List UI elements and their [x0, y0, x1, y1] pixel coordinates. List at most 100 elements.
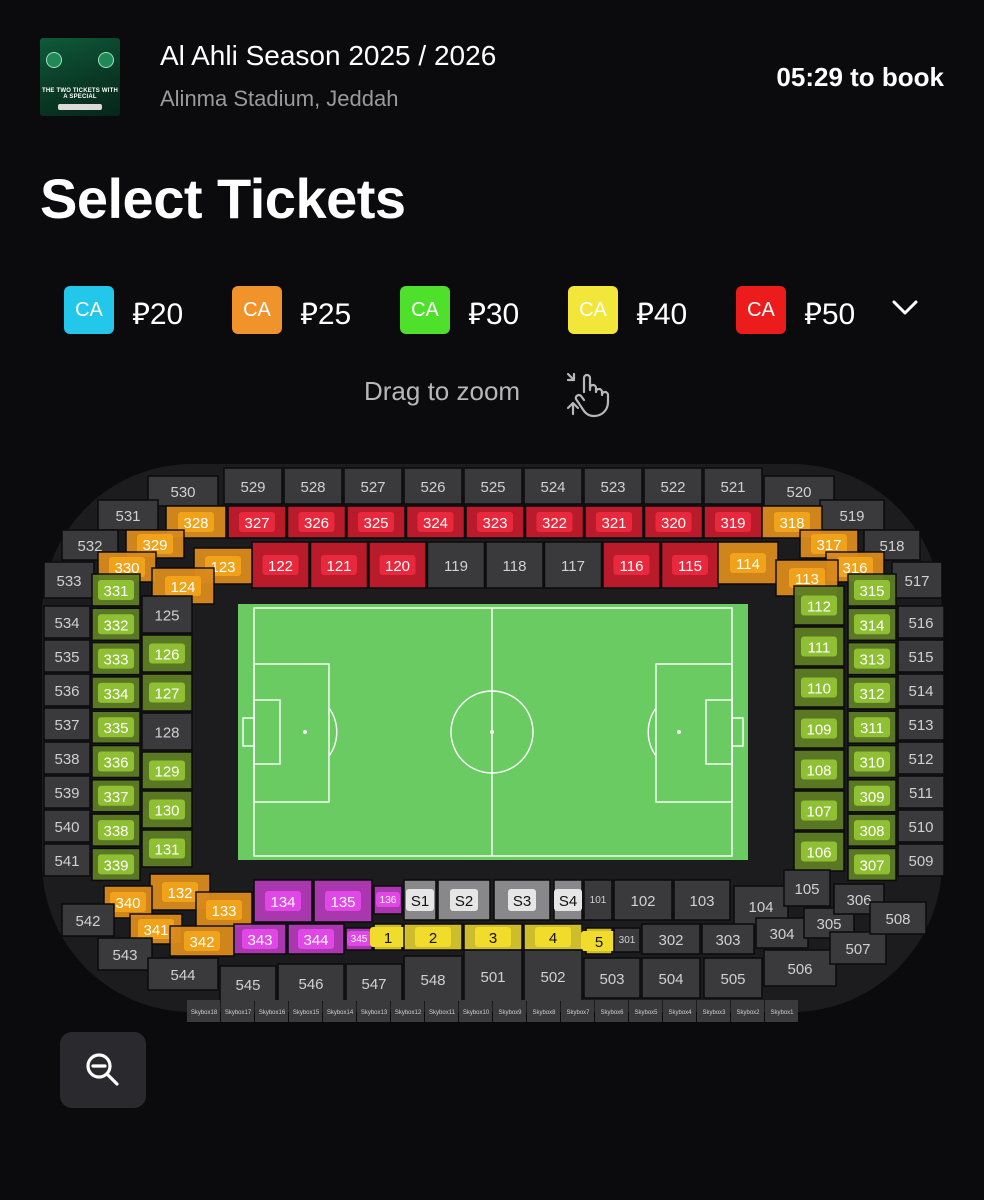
section-541[interactable]: 541 [43, 843, 91, 877]
section-324[interactable]: 324 [405, 505, 466, 539]
section-506[interactable]: 506 [763, 949, 837, 987]
section-119[interactable]: 119 [426, 541, 486, 589]
section-537[interactable]: 537 [43, 707, 91, 741]
section-339[interactable]: 339 [91, 847, 141, 882]
section-103[interactable]: 103 [673, 879, 731, 921]
section-135[interactable]: 135 [313, 879, 373, 923]
section-319[interactable]: 319 [703, 505, 763, 539]
skybox-17[interactable]: Skybox2 [731, 1000, 764, 1022]
skybox-4[interactable]: Skybox15 [289, 1000, 322, 1022]
skybox-12[interactable]: Skybox7 [561, 1000, 594, 1022]
section-529[interactable]: 529 [223, 467, 283, 505]
section-304[interactable]: 304 [755, 917, 809, 949]
section-547[interactable]: 547 [345, 963, 403, 1003]
section-516[interactable]: 516 [897, 605, 945, 639]
section-542[interactable]: 542 [61, 903, 115, 937]
section-S2[interactable]: S2 [437, 879, 491, 921]
section-535[interactable]: 535 [43, 639, 91, 673]
section-106[interactable]: 106 [793, 831, 845, 872]
section-507[interactable]: 507 [829, 931, 887, 965]
skybox-6[interactable]: Skybox13 [357, 1000, 390, 1022]
section-505[interactable]: 505 [703, 957, 763, 999]
section-335[interactable]: 335 [91, 710, 141, 744]
section-337[interactable]: 337 [91, 779, 141, 813]
skybox-7[interactable]: Skybox12 [391, 1000, 424, 1022]
legend-chip-1[interactable]: CA ⃁20 [64, 286, 214, 334]
section-512[interactable]: 512 [897, 741, 945, 775]
section-134[interactable]: 134 [253, 879, 313, 923]
section-514[interactable]: 514 [897, 673, 945, 707]
section-332[interactable]: 332 [91, 607, 141, 642]
section-127[interactable]: 127 [141, 673, 193, 712]
section-501[interactable]: 501 [463, 949, 523, 1003]
section-120[interactable]: 120 [368, 541, 427, 589]
section-503[interactable]: 503 [583, 957, 641, 999]
section-502[interactable]: 502 [523, 949, 583, 1003]
skybox-15[interactable]: Skybox4 [663, 1000, 696, 1022]
section-517[interactable]: 517 [891, 561, 943, 599]
skybox-3[interactable]: Skybox16 [255, 1000, 288, 1022]
section-301[interactable]: 301 [613, 927, 641, 953]
section-513[interactable]: 513 [897, 707, 945, 741]
section-509[interactable]: 509 [897, 843, 945, 877]
section-115[interactable]: 115 [660, 541, 720, 589]
section-510[interactable]: 510 [897, 809, 945, 843]
section-343[interactable]: 343 [233, 923, 287, 955]
skybox-14[interactable]: Skybox5 [629, 1000, 662, 1022]
section-130[interactable]: 130 [141, 790, 193, 829]
section-109[interactable]: 109 [793, 708, 845, 749]
section-345[interactable]: 345 [345, 927, 373, 951]
section-323[interactable]: 323 [465, 505, 525, 539]
section-128[interactable]: 128 [141, 712, 193, 751]
section-531[interactable]: 531 [97, 499, 159, 531]
seat-map-canvas[interactable]: 529 528 527 526 525 524 523 522 521327 326 325 324 3… [0, 456, 984, 1026]
section-112[interactable]: 112 [793, 585, 845, 626]
section-342[interactable]: 342 [169, 925, 235, 957]
section-315[interactable]: 315 [847, 573, 897, 607]
skybox-16[interactable]: Skybox3 [697, 1000, 730, 1022]
section-508[interactable]: 508 [869, 901, 927, 935]
stadium-seat-map[interactable]: 529 528 527 526 525 524 523 522 521 327 326 325 324 3… [0, 456, 984, 1026]
section-536[interactable]: 536 [43, 673, 91, 707]
section-118[interactable]: 118 [485, 541, 544, 589]
section-546[interactable]: 546 [277, 963, 345, 1003]
section-528[interactable]: 528 [283, 467, 343, 505]
section-131[interactable]: 131 [141, 829, 193, 868]
section-136[interactable]: 136 [373, 885, 403, 915]
section-334[interactable]: 334 [91, 676, 141, 710]
section-320[interactable]: 320 [643, 505, 704, 539]
section-526[interactable]: 526 [403, 467, 463, 505]
section-321[interactable]: 321 [584, 505, 644, 539]
section-116[interactable]: 116 [602, 541, 661, 589]
section-S4[interactable]: S4 [553, 879, 583, 921]
section-5[interactable]: 5 [581, 927, 617, 955]
section-519[interactable]: 519 [819, 499, 885, 531]
legend-chip-3[interactable]: CA ⃁30 [400, 286, 550, 334]
section-108[interactable]: 108 [793, 749, 845, 790]
section-1[interactable]: 1 [370, 923, 406, 951]
skybox-18[interactable]: Skybox1 [765, 1000, 798, 1022]
section-314[interactable]: 314 [847, 607, 897, 642]
section-308[interactable]: 308 [847, 813, 897, 847]
chevron-down-icon[interactable] [890, 292, 920, 322]
skybox-11[interactable]: Skybox8 [527, 1000, 560, 1022]
section-S3[interactable]: S3 [493, 879, 551, 921]
section-338[interactable]: 338 [91, 813, 141, 847]
section-511[interactable]: 511 [897, 775, 945, 809]
section-S1[interactable]: S1 [403, 879, 437, 921]
skybox-9[interactable]: Skybox10 [459, 1000, 492, 1022]
section-313[interactable]: 313 [847, 641, 897, 676]
section-311[interactable]: 311 [847, 710, 897, 744]
section-307[interactable]: 307 [847, 847, 897, 882]
section-344[interactable]: 344 [287, 923, 345, 955]
legend-chip-5[interactable]: CA ⃁50 [736, 286, 886, 334]
section-309[interactable]: 309 [847, 779, 897, 813]
section-521[interactable]: 521 [703, 467, 763, 505]
skybox-8[interactable]: Skybox11 [425, 1000, 458, 1022]
section-539[interactable]: 539 [43, 775, 91, 809]
section-325[interactable]: 325 [346, 505, 406, 539]
section-2[interactable]: 2 [403, 923, 463, 951]
section-322[interactable]: 322 [524, 505, 585, 539]
section-522[interactable]: 522 [643, 467, 703, 505]
section-534[interactable]: 534 [43, 605, 91, 639]
